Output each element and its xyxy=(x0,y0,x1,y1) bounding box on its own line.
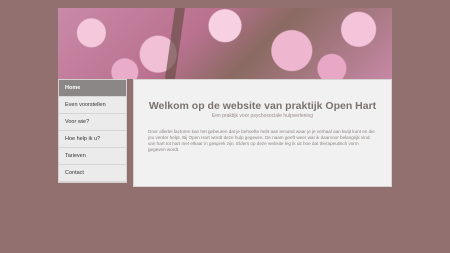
main-content: Welkom op de website van praktijk Open H… xyxy=(133,79,392,187)
header-banner-image xyxy=(58,8,392,79)
nav-item-contact[interactable]: Contact xyxy=(59,165,126,182)
nav-item-voor-wie[interactable]: Voor wie? xyxy=(59,114,126,131)
nav-item-even-voorstellen[interactable]: Even voorstellen xyxy=(59,97,126,114)
intro-paragraph: Door allerlei factoren kan het gebeuren … xyxy=(148,129,375,152)
nav-item-home[interactable]: Home xyxy=(59,80,126,97)
tree-trunk-decoration xyxy=(165,8,185,79)
page-subtitle: Een praktijk voor psychosociale hulpverl… xyxy=(211,113,314,119)
sidebar-nav: Home Even voorstellen Voor wie? Hoe help… xyxy=(58,79,127,183)
nav-item-hoe-help-ik-u[interactable]: Hoe help ik u? xyxy=(59,131,126,148)
nav-item-tarieven[interactable]: Tarieven xyxy=(59,148,126,165)
page-title: Welkom op de website van praktijk Open H… xyxy=(148,100,377,112)
